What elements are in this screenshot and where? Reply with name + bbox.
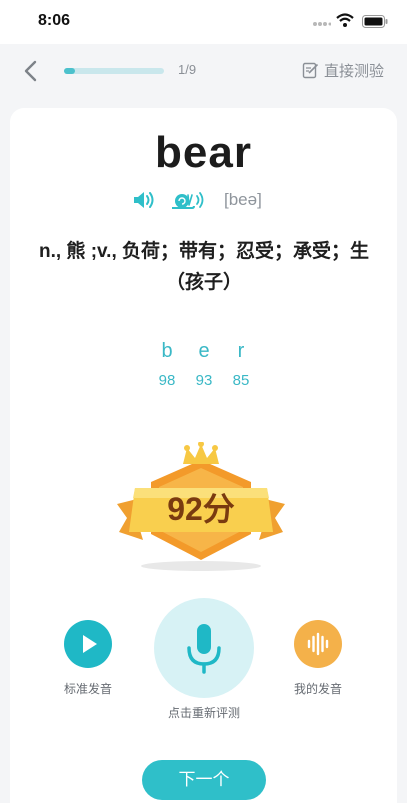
my-pronunciation-button[interactable] [294,620,342,668]
status-bar: 8:06 [0,0,407,44]
phoneme-item: r 85 [224,338,258,389]
battery-icon [362,15,388,28]
speaker-icon[interactable] [132,189,156,211]
phoneme-scores: b 98 e 93 r 85 [150,338,258,389]
total-score: 92分 [167,491,235,527]
snail-icon[interactable] [170,189,206,211]
phoneme-item: e 93 [187,338,221,389]
phonetic-text: [beə] [224,190,262,209]
status-time: 8:06 [38,12,71,29]
direct-test-label: 直接测验 [324,62,385,80]
standard-pronunciation-label: 标准发音 [63,682,112,696]
progress-fill [64,68,75,74]
wifi-icon [336,13,354,27]
word-title: bear [155,128,252,177]
next-button[interactable]: 下一个 [142,760,266,800]
pronunciation-row: [beə] [132,188,262,212]
edit-icon [302,62,319,79]
controls: 标准发音 点击重新评测 我的发音 [0,598,407,728]
progress-bar [64,68,164,74]
direct-test-button[interactable]: 直接测验 [302,58,384,82]
definition-text: n., 熊 ;v., 负荷；带有；忍受；承受；生（孩子） [38,241,370,293]
phoneme-letter: b [161,340,173,362]
standard-pronunciation-button[interactable] [64,620,112,668]
waveform-icon [307,632,329,656]
record-label: 点击重新评测 [167,706,240,720]
my-pronunciation-label: 我的发音 [293,682,342,696]
play-icon [83,635,97,653]
signal-icon [313,22,331,26]
chevron-left-icon[interactable] [16,56,46,86]
phoneme-item: b 98 [150,338,184,389]
phoneme-letter: e [198,340,210,362]
top-bar: 1/9 直接测验 [0,44,407,98]
record-button[interactable] [154,598,254,698]
microphone-icon [187,624,221,674]
phoneme-score: 85 [232,372,250,389]
phoneme-letter: r [237,340,245,362]
phoneme-score: 93 [195,372,213,389]
phoneme-score: 98 [158,372,176,389]
progress-text: 1/9 [178,62,197,77]
